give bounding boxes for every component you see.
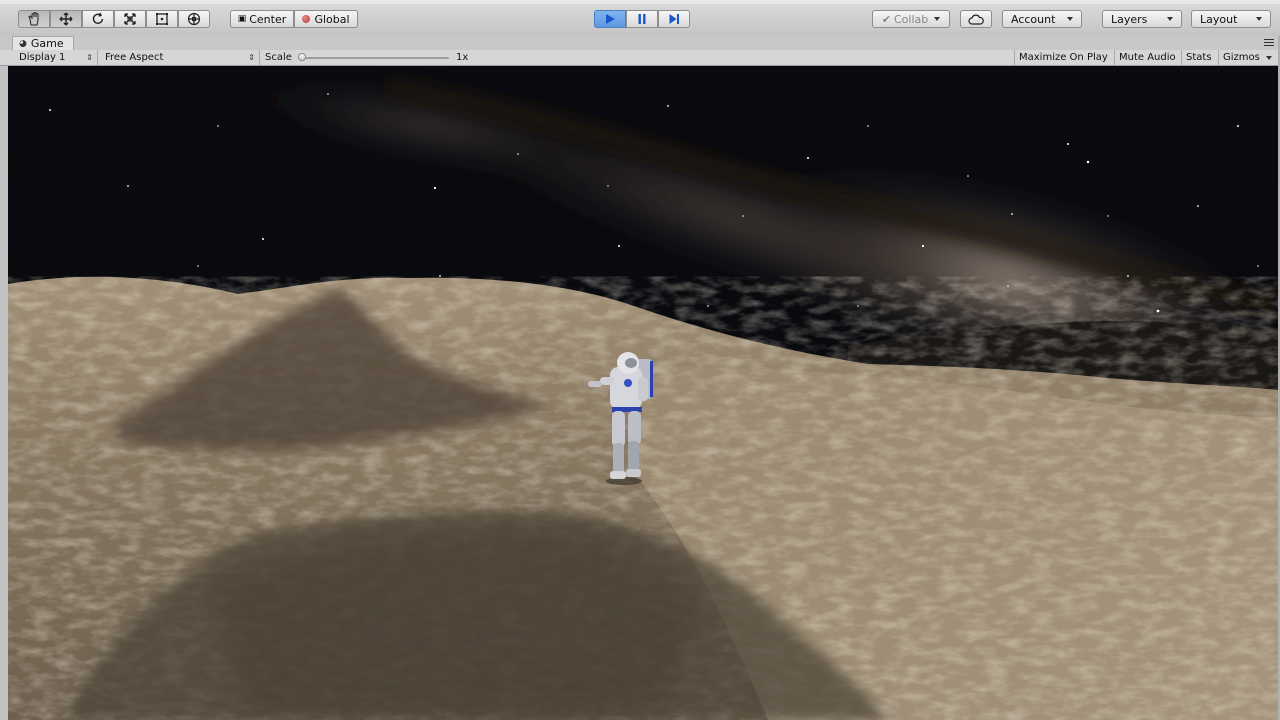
game-viewport[interactable] [8,66,1278,720]
layers-dropdown[interactable]: Layers [1102,10,1182,28]
panel-menu-icon[interactable] [1264,39,1274,47]
display-label: Display 1 [19,52,66,63]
mute-audio-toggle[interactable]: Mute Audio [1114,50,1181,65]
pivot-center-label: Center [249,12,287,26]
scale-tool-button[interactable] [114,10,146,28]
hand-tool-button[interactable] [18,10,50,28]
account-dropdown[interactable]: Account [1002,10,1082,28]
space-global-button[interactable]: Global [294,10,358,28]
collab-label: Collab [893,12,929,26]
gizmos-dropdown[interactable]: Gizmos [1218,50,1276,65]
transform-icon [187,12,201,26]
pause-button[interactable] [626,10,658,28]
layout-label: Layout [1200,12,1238,26]
collab-dropdown[interactable]: ✔ Collab [872,10,950,28]
play-icon [606,14,615,24]
game-controller-icon: ◕ [19,38,27,49]
game-view-toolbar: Display 1 Free Aspect Scale 1x Maximize … [0,50,1280,66]
aspect-dropdown[interactable]: Free Aspect [98,50,260,65]
check-icon: ✔ [881,12,891,26]
rotate-icon [92,12,104,24]
mute-label: Mute Audio [1119,52,1176,63]
tab-bar: ◕ Game [0,36,1280,50]
layers-label: Layers [1111,12,1148,26]
play-button[interactable] [594,10,626,28]
pivot-icon: ▣ [237,14,247,24]
tab-game[interactable]: ◕ Game [12,36,74,50]
tab-game-label: Game [30,37,64,50]
step-button[interactable] [658,10,690,28]
account-label: Account [1011,12,1056,26]
move-arrows-icon [59,12,73,26]
scale-slider-track[interactable] [301,57,449,59]
layout-dropdown[interactable]: Layout [1191,10,1271,28]
stats-toggle[interactable]: Stats [1181,50,1218,65]
panel-left-border [0,66,8,720]
pivot-center-button[interactable]: ▣ Center [230,10,294,28]
globe-icon [302,15,311,23]
cloud-icon [968,14,984,25]
main-toolbar: ▣ Center Global ✔ Collab Account Layers … [0,0,1280,36]
pause-icon [638,14,646,24]
scale-icon [124,13,136,25]
rect-tool-button[interactable] [146,10,178,28]
cloud-button[interactable] [960,10,992,28]
step-icon [669,14,679,24]
scale-value: 1x [456,52,469,63]
rect-transform-icon [156,13,168,25]
move-tool-button[interactable] [50,10,82,28]
rotate-tool-button[interactable] [82,10,114,28]
hand-icon [28,12,39,26]
gizmos-label: Gizmos [1223,52,1260,63]
maximize-label: Maximize On Play [1019,52,1108,63]
transform-tool-button[interactable] [178,10,210,28]
aspect-label: Free Aspect [105,52,164,63]
maximize-on-play-toggle[interactable]: Maximize On Play [1014,50,1114,65]
scale-label: Scale [265,52,292,63]
display-dropdown[interactable]: Display 1 [12,50,98,65]
stats-label: Stats [1186,52,1212,63]
space-global-label: Global [314,12,350,26]
scale-slider-thumb[interactable] [298,53,306,61]
rendered-scene [8,66,1278,720]
